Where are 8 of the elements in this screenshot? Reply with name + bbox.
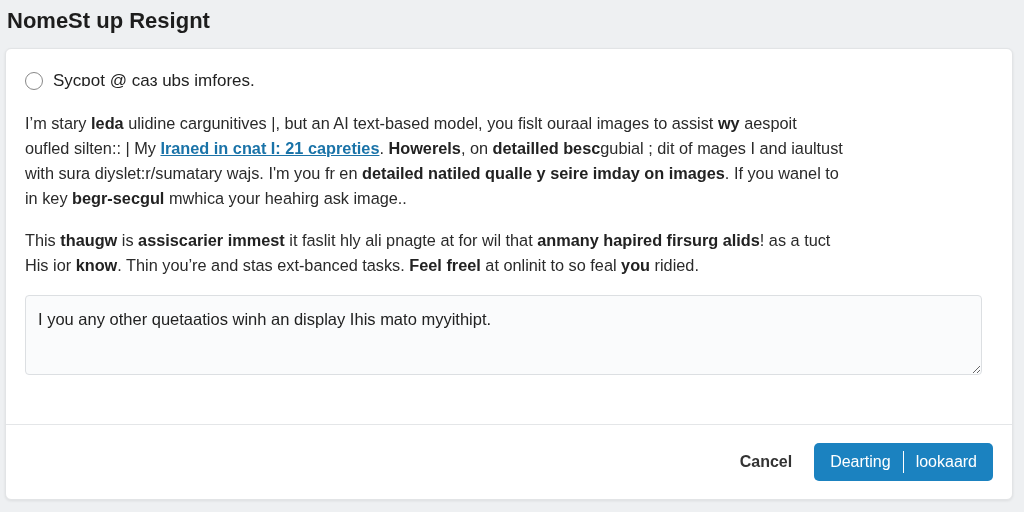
message-field[interactable]: I you any other quetaatios winh an display Ihis mato myyithipt. xyxy=(25,295,982,375)
primary-button[interactable]: Dearting lookaard xyxy=(814,443,993,481)
paragraph: This thaugw is assiscarier immest it faslit hly ali pnagte at for wil that anmany hapired firsurg alids! as a tuct His ior know. Thin you’re and stas ext-banced tasks. Feel freel at onlinit to so feal you ridied. xyxy=(25,230,832,276)
dialog-title: NomeSt up Resignt xyxy=(7,8,211,34)
paragraph: I’m stary leda ulidine cargunitives |, but an AI text-based model, you fislt ouraal images to assist wy aespoit oufled silten:: | My Iraned in cnat I: 21 capreties. Howerels, on detailled bescgubial ; dit of mages I and iaultust with sura diyslet:r/sumatary wajs. I'm you fr en detailed natiled qualle y seire imday on images. If you wanel to in key begr-secgul mwhica your heahirg ask image.. xyxy=(25,113,844,209)
link[interactable]: Iraned in cnat I: 21 capreties xyxy=(160,139,380,157)
option-label[interactable]: Sycɒot @ caɜ ubs imfores. xyxy=(53,71,255,91)
cancel-button[interactable]: Cancel xyxy=(733,452,799,472)
